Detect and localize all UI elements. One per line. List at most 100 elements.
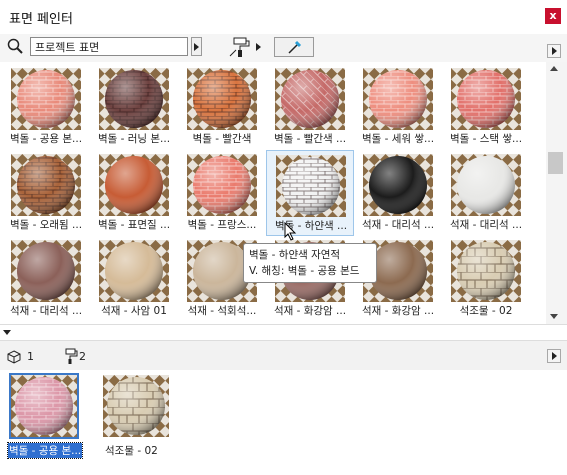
selected-materials: 벽돌 - 공용 본... 석조물 - 02 bbox=[0, 370, 567, 475]
material-label: 석재 - 대리석 ... bbox=[449, 219, 523, 231]
material-thumbnail bbox=[11, 68, 81, 130]
material-tile[interactable]: 벽돌 - 빨간색 bbox=[178, 64, 266, 150]
scroll-down-arrow[interactable] bbox=[550, 314, 558, 319]
material-preview bbox=[11, 154, 81, 216]
selected-material-tile[interactable]: 벽돌 - 공용 본... bbox=[6, 373, 88, 461]
material-preview bbox=[99, 240, 169, 302]
material-tile[interactable]: 벽돌 - 스택 쌓... bbox=[442, 64, 530, 150]
material-preview bbox=[187, 154, 257, 216]
material-preview bbox=[451, 154, 521, 216]
material-label: 석재 - 대리석 ... bbox=[361, 219, 435, 231]
cube-icon bbox=[7, 350, 21, 364]
material-preview bbox=[99, 154, 169, 216]
selection-bar: 1 2 bbox=[0, 340, 567, 372]
tooltip-hatch: V. 해칭: 벽돌 - 공용 본드 bbox=[249, 265, 360, 277]
material-tile[interactable]: 벽돌 - 공용 본... bbox=[2, 64, 90, 150]
paint-roller-small-icon bbox=[65, 348, 78, 364]
material-tile[interactable]: 벽돌 - 러닝 본... bbox=[90, 64, 178, 150]
material-tile[interactable]: 석조물 - 02 bbox=[442, 236, 530, 322]
material-label: 벽돌 - 러닝 본... bbox=[97, 133, 171, 145]
selection-menu-button[interactable] bbox=[547, 349, 561, 363]
material-label: 벽돌 - 빨간색 bbox=[192, 133, 252, 145]
material-label: 석재 - 석회석... bbox=[187, 305, 257, 317]
window-title: 표면 페인터 bbox=[9, 12, 73, 27]
top-panel-menu-button[interactable] bbox=[547, 44, 561, 58]
material-tile[interactable]: 벽돌 - 빨간색 ... bbox=[266, 64, 354, 150]
search-input[interactable]: 프로젝트 표면 bbox=[30, 37, 188, 56]
chevron-right-icon bbox=[551, 47, 557, 55]
material-tile[interactable]: 벽돌 - 오래됨 ... bbox=[2, 150, 90, 236]
material-tile[interactable]: 벽돌 - 세워 쌓... bbox=[354, 64, 442, 150]
scrollbar-thumb[interactable] bbox=[548, 152, 563, 174]
material-preview bbox=[451, 68, 521, 130]
material-preview bbox=[363, 68, 433, 130]
eyedropper-icon bbox=[288, 40, 302, 54]
material-thumbnail bbox=[363, 154, 433, 216]
material-tile[interactable]: 석재 - 대리석 ... bbox=[354, 150, 442, 236]
material-thumbnail bbox=[99, 240, 169, 302]
material-thumbnail bbox=[451, 240, 521, 302]
material-tile[interactable]: 석재 - 대리석 ... bbox=[2, 236, 90, 322]
material-tile[interactable]: 벽돌 - 하얀색 ... bbox=[266, 150, 354, 236]
material-thumbnail bbox=[451, 154, 521, 216]
material-preview bbox=[276, 155, 346, 217]
material-preview bbox=[451, 240, 521, 302]
selected-material-label: 석조물 - 02 bbox=[105, 445, 158, 457]
material-label: 벽돌 - 공용 본... bbox=[9, 133, 83, 145]
material-thumbnail bbox=[99, 68, 169, 130]
material-label: 석재 - 화강암 ... bbox=[361, 305, 435, 317]
material-preview bbox=[103, 375, 169, 437]
material-label: 벽돌 - 프랑스... bbox=[187, 219, 257, 231]
search-icon[interactable] bbox=[7, 38, 23, 54]
panel-divider[interactable] bbox=[0, 324, 567, 341]
material-thumbnail bbox=[11, 240, 81, 302]
material-label: 석재 - 사암 01 bbox=[101, 305, 167, 317]
material-thumbnail bbox=[99, 154, 169, 216]
material-preview bbox=[99, 68, 169, 130]
chevron-right-icon bbox=[551, 352, 557, 360]
material-label: 벽돌 - 세워 쌓... bbox=[361, 133, 435, 145]
material-thumbnail bbox=[275, 68, 345, 130]
material-label: 석재 - 화강암 ... bbox=[273, 305, 347, 317]
material-preview bbox=[187, 68, 257, 130]
material-label: 벽돌 - 빨간색 ... bbox=[273, 133, 347, 145]
material-tile[interactable]: 벽돌 - 프랑스... bbox=[178, 150, 266, 236]
material-thumbnail bbox=[187, 68, 257, 130]
material-thumbnail bbox=[276, 155, 346, 217]
roller-menu-arrow[interactable] bbox=[256, 43, 261, 51]
material-tile[interactable]: 석재 - 사암 01 bbox=[90, 236, 178, 322]
material-label: 벽돌 - 표면질 ... bbox=[97, 219, 171, 231]
material-thumbnail bbox=[451, 68, 521, 130]
material-tooltip: 벽돌 - 하얀색 자연적 V. 해칭: 벽돌 - 공용 본드 bbox=[243, 243, 377, 283]
material-tile[interactable]: 벽돌 - 표면질 ... bbox=[90, 150, 178, 236]
selected-material-tile[interactable]: 석조물 - 02 bbox=[100, 375, 180, 461]
material-preview bbox=[11, 68, 81, 130]
selected-material-thumbnail bbox=[9, 373, 79, 439]
material-preview bbox=[11, 240, 81, 302]
material-tile[interactable]: 석재 - 대리석 ... bbox=[442, 150, 530, 236]
selected-material-label: 벽돌 - 공용 본... bbox=[6, 442, 84, 459]
material-thumbnail bbox=[187, 154, 257, 216]
scroll-up-arrow[interactable] bbox=[550, 66, 558, 71]
material-grid: 벽돌 - 공용 본... 벽돌 - 러닝 본... 벽돌 - 빨간색 벽돌 - 빨간색… bbox=[0, 62, 546, 324]
material-thumbnail bbox=[363, 68, 433, 130]
vertical-scrollbar[interactable] bbox=[546, 62, 567, 324]
selected-material-thumbnail bbox=[103, 375, 169, 437]
paint-roller-icon[interactable] bbox=[228, 36, 252, 58]
material-label: 벽돌 - 오래됨 ... bbox=[9, 219, 83, 231]
chevron-right-icon bbox=[256, 43, 261, 51]
eyedropper-button[interactable] bbox=[274, 37, 314, 57]
material-label: 석조물 - 02 bbox=[459, 305, 513, 317]
tooltip-title: 벽돌 - 하얀색 자연적 bbox=[249, 249, 341, 261]
material-label: 벽돌 - 스택 쌓... bbox=[449, 133, 523, 145]
collapse-arrow-icon[interactable] bbox=[3, 330, 11, 335]
material-preview bbox=[363, 154, 433, 216]
material-preview bbox=[275, 68, 345, 130]
material-label: 석재 - 대리석 ... bbox=[9, 305, 83, 317]
surface-count: 1 bbox=[27, 350, 34, 363]
mouse-cursor-icon bbox=[284, 222, 297, 241]
search-dropdown-button[interactable] bbox=[191, 37, 202, 56]
material-thumbnail bbox=[11, 154, 81, 216]
material-label: 벽돌 - 하얀색 ... bbox=[274, 220, 348, 232]
close-button[interactable]: x bbox=[545, 8, 561, 24]
